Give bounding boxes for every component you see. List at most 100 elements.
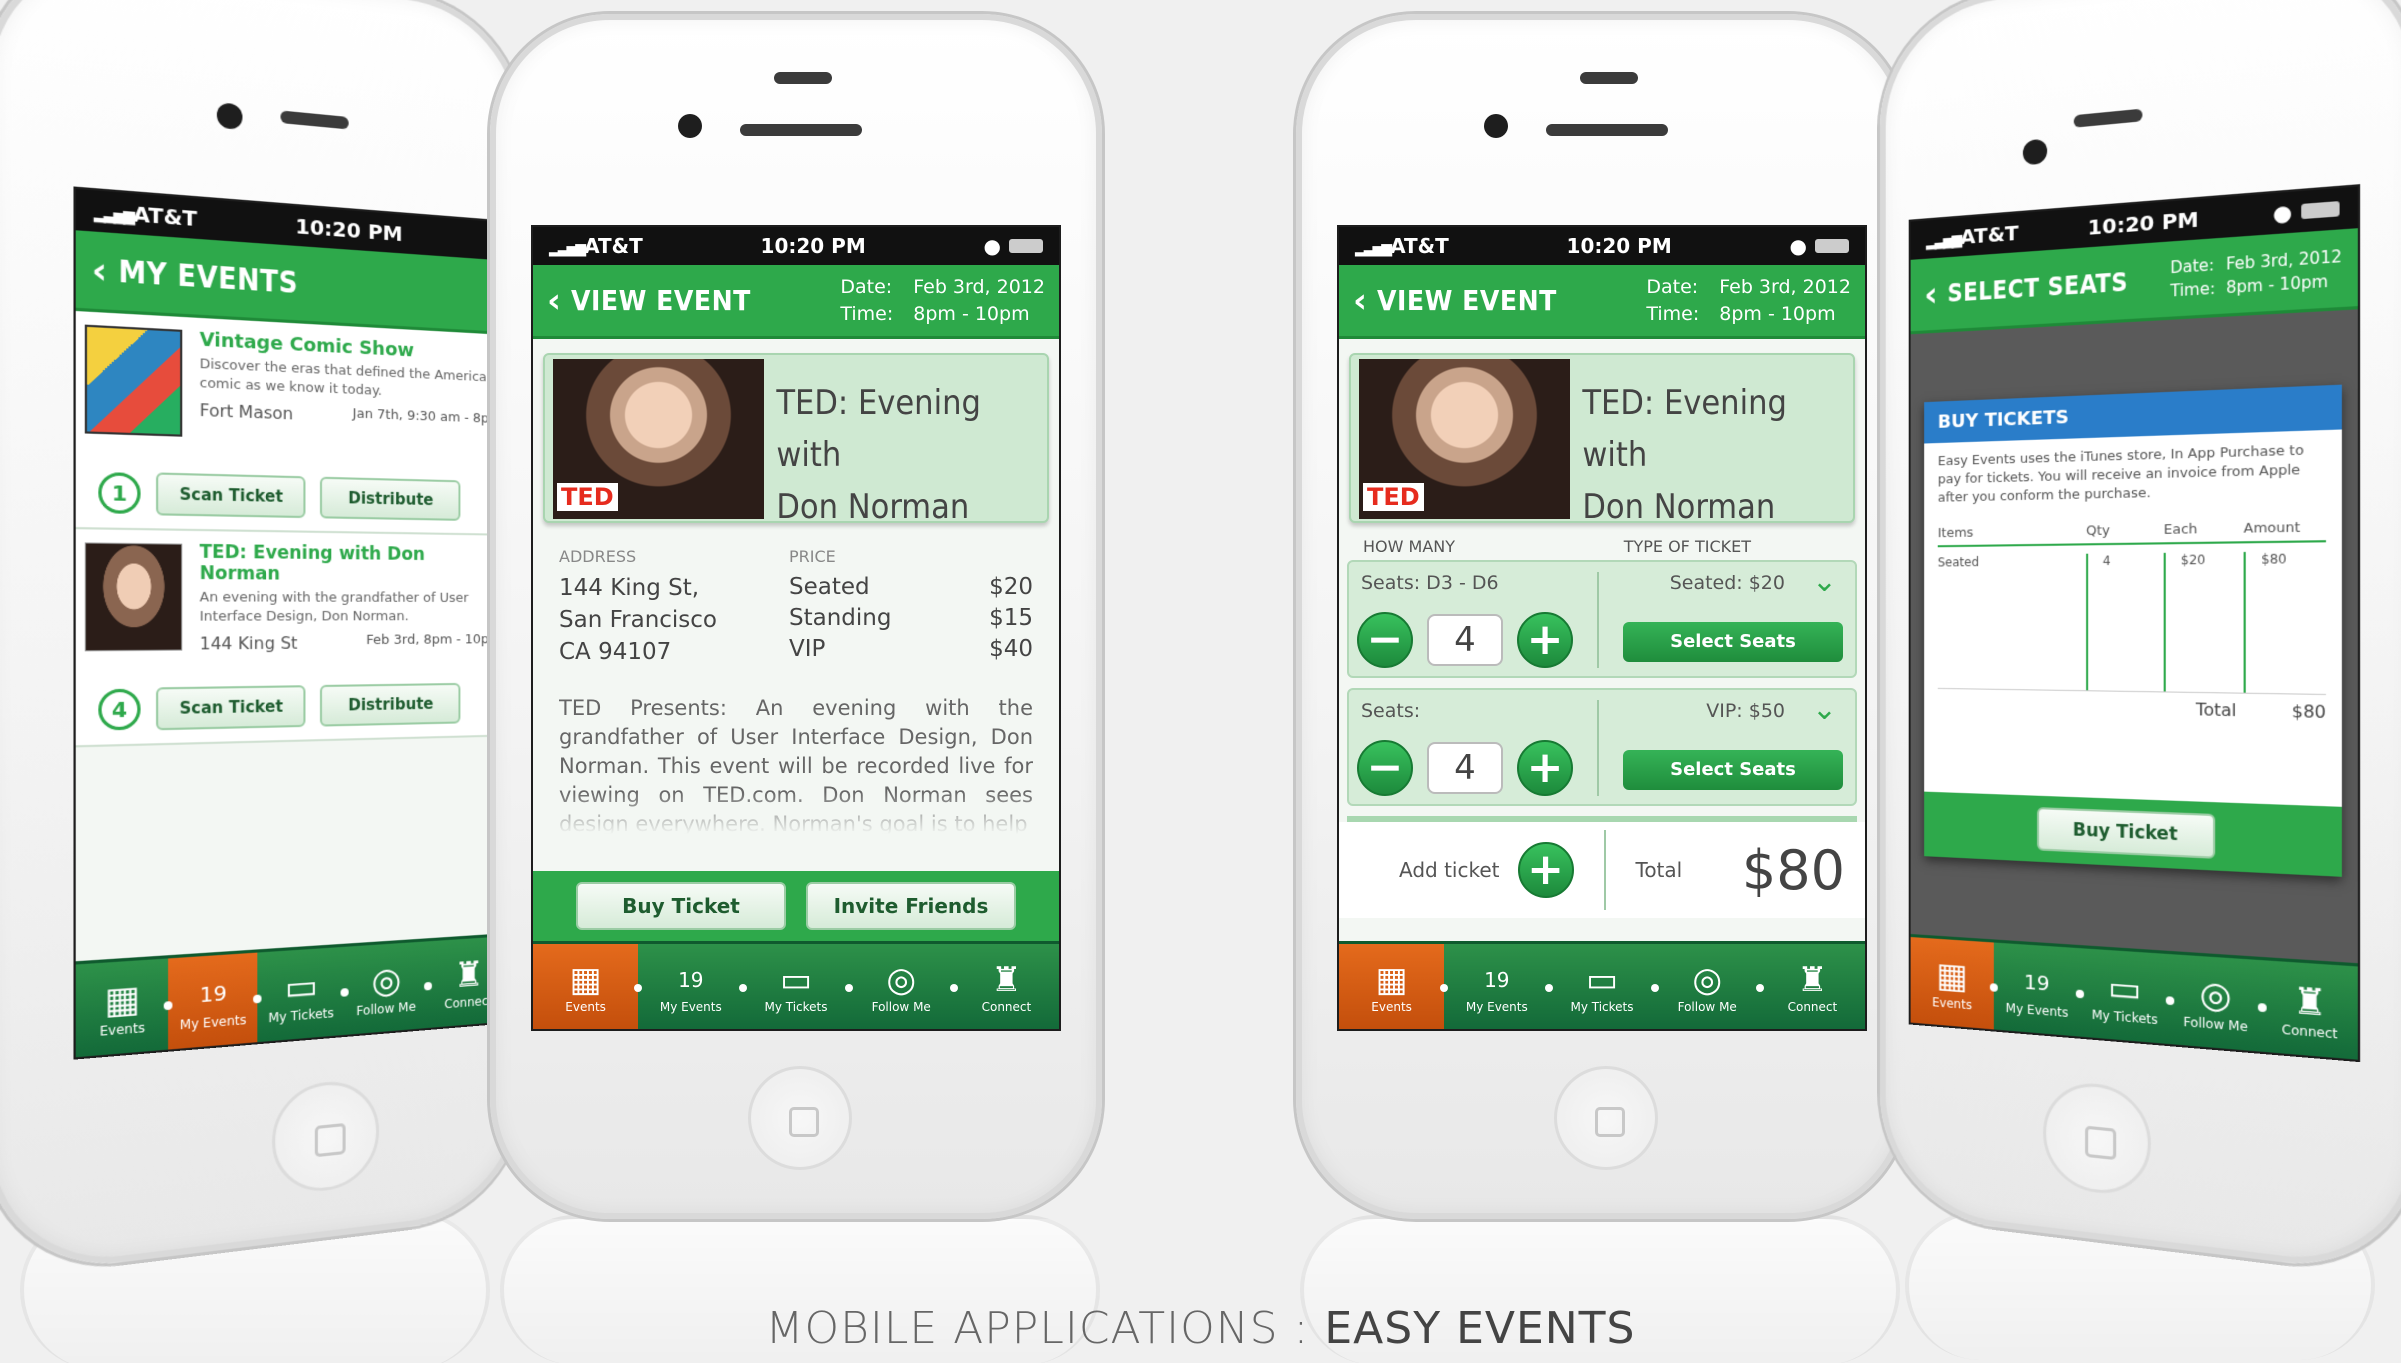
speaker bbox=[774, 72, 832, 84]
quantity-field[interactable]: 4 bbox=[1427, 742, 1503, 794]
price-label: PRICE bbox=[789, 547, 836, 566]
clock: 10:20 PM bbox=[295, 213, 403, 247]
event-list-item[interactable]: TED: Evening with Don Norman An evening … bbox=[75, 529, 509, 748]
target-icon: ◎ bbox=[886, 959, 917, 1000]
distribute-button[interactable]: Distribute bbox=[319, 682, 461, 727]
home-button[interactable] bbox=[748, 1066, 852, 1170]
distribute-button[interactable]: Distribute bbox=[319, 476, 461, 521]
buy-ticket-button[interactable]: Buy Ticket bbox=[2037, 807, 2216, 859]
price-name: VIP bbox=[789, 636, 826, 662]
time-label: Time: bbox=[1646, 302, 1700, 325]
buy-ticket-button[interactable]: Buy Ticket bbox=[576, 882, 786, 930]
carrier-label: AT&T bbox=[1926, 220, 2018, 251]
tab-label: My Tickets bbox=[1570, 999, 1634, 1014]
tab-connect[interactable]: ♜ Connect bbox=[949, 944, 1059, 1029]
back-chevron-icon[interactable]: ‹ bbox=[547, 281, 561, 321]
invite-friends-button[interactable]: Invite Friends bbox=[806, 882, 1016, 930]
tab-label: Events bbox=[1932, 994, 1972, 1012]
home-button[interactable] bbox=[1554, 1066, 1658, 1170]
tower-icon: ♜ bbox=[453, 953, 484, 996]
increase-button[interactable]: + bbox=[1517, 612, 1573, 668]
clock: 10:20 PM bbox=[1566, 234, 1672, 258]
time-label: Time: bbox=[840, 302, 894, 325]
tab-events[interactable]: ▦ Events bbox=[1910, 937, 1995, 1030]
decrease-button[interactable]: − bbox=[1357, 612, 1413, 668]
tab-follow-me[interactable]: ◎ Follow Me bbox=[844, 944, 954, 1029]
tab-label: My Tickets bbox=[268, 1005, 334, 1025]
ticket-icon: ▭ bbox=[779, 959, 813, 1000]
table-header: Each bbox=[2163, 521, 2198, 539]
tab-events[interactable]: ▦ Events bbox=[1339, 944, 1445, 1029]
tab-label: Connect bbox=[444, 992, 493, 1011]
tab-events[interactable]: ▦ Events bbox=[533, 944, 639, 1029]
event-title-line: Don Norman bbox=[776, 487, 970, 527]
speaker bbox=[2073, 108, 2143, 128]
tab-my-events[interactable]: 19 My Events bbox=[168, 952, 258, 1050]
back-chevron-icon[interactable]: ‹ bbox=[1353, 281, 1367, 321]
table-cell: $20 bbox=[2163, 551, 2244, 693]
carrier-label: AT&T bbox=[94, 198, 197, 232]
ticket-count-badge: 1 bbox=[98, 471, 141, 515]
tab-my-tickets[interactable]: ▭ My Tickets bbox=[2080, 948, 2169, 1044]
event-list-item[interactable]: Vintage Comic Show Discover the eras tha… bbox=[75, 311, 509, 536]
page-title: VIEW EVENT bbox=[1377, 284, 1557, 317]
table-row: Seated 4 $20 $80 bbox=[1937, 542, 2326, 696]
home-button[interactable] bbox=[272, 1077, 380, 1197]
select-seats-button[interactable]: Select Seats bbox=[1623, 622, 1843, 662]
date-label: Date: bbox=[1646, 275, 1699, 298]
add-ticket-button[interactable]: + bbox=[1517, 842, 1574, 898]
screen-select-seats: AT&T 10:20 PM ● ‹ SELECT SEATS Date: Feb… bbox=[1908, 184, 2361, 1063]
increase-button[interactable]: + bbox=[1517, 740, 1573, 796]
invoice-table: Items Qty Each Amount Seated 4 $20 $80 T… bbox=[1937, 519, 2326, 722]
seats-label: Seats: bbox=[1361, 700, 1421, 722]
speaker bbox=[1580, 72, 1638, 84]
tab-my-tickets[interactable]: ▭ My Tickets bbox=[258, 947, 344, 1042]
quantity-field[interactable]: 4 bbox=[1427, 614, 1503, 666]
tab-events[interactable]: ▦ Events bbox=[76, 958, 169, 1057]
speaker-portrait: TED bbox=[553, 359, 765, 519]
back-chevron-icon[interactable]: ‹ bbox=[1924, 274, 1938, 315]
event-header-card: TED TED: Evening with Don Norman bbox=[543, 353, 1049, 527]
tab-follow-me[interactable]: ◎ Follow Me bbox=[2170, 954, 2262, 1052]
tab-my-events[interactable]: 19 My Events bbox=[1994, 943, 2080, 1037]
price-name: Standing bbox=[789, 605, 892, 631]
dialog-description: Easy Events uses the iTunes store, In Ap… bbox=[1937, 442, 2304, 506]
caption-prefix: MOBILE APPLICATIONS : bbox=[765, 1303, 1310, 1354]
tab-label: Events bbox=[99, 1019, 145, 1039]
tower-icon: ♜ bbox=[991, 959, 1022, 1000]
ted-logo: TED bbox=[557, 483, 618, 511]
home-button[interactable] bbox=[2043, 1079, 2151, 1199]
event-details: ADDRESS 144 King St, San Francisco CA 94… bbox=[533, 523, 1059, 668]
scan-ticket-button[interactable]: Scan Ticket bbox=[156, 685, 306, 731]
back-chevron-icon[interactable]: ‹ bbox=[92, 248, 108, 292]
tab-connect[interactable]: ♜ Connect bbox=[2262, 960, 2358, 1060]
tab-my-events[interactable]: 19 My Events bbox=[1440, 944, 1549, 1029]
tab-my-tickets[interactable]: ▭ My Tickets bbox=[739, 944, 848, 1029]
tab-follow-me[interactable]: ◎ Follow Me bbox=[344, 941, 428, 1035]
seats-label: Seats: D3 - D6 bbox=[1361, 572, 1499, 594]
front-camera bbox=[2022, 138, 2048, 166]
tab-label: Connect bbox=[981, 999, 1032, 1014]
total-value: $80 bbox=[1741, 838, 1845, 902]
nav-bar: ‹ VIEW EVENT Date: Feb 3rd, 2012 Time: 8… bbox=[1339, 265, 1865, 339]
page-title: SELECT SEATS bbox=[1947, 267, 2129, 308]
screen-purchase: AT&T 10:20 PM ● ‹ VIEW EVENT Date: Feb 3… bbox=[1337, 225, 1867, 1031]
event-venue: Fort Mason bbox=[199, 399, 294, 424]
decrease-button[interactable]: − bbox=[1357, 740, 1413, 796]
lock-icon: ● bbox=[1789, 234, 1807, 258]
table-header: Amount bbox=[2243, 519, 2301, 537]
event-description: TED Presents: An evening with the grandf… bbox=[559, 696, 1033, 834]
tab-connect[interactable]: ♜ Connect bbox=[1755, 944, 1865, 1029]
tab-my-tickets[interactable]: ▭ My Tickets bbox=[1545, 944, 1654, 1029]
scan-ticket-button[interactable]: Scan Ticket bbox=[156, 472, 306, 519]
tab-bar: ▦ Events 19 My Events ▭ My Tickets ◎ Follow … bbox=[1339, 941, 1865, 1029]
select-seats-button[interactable]: Select Seats bbox=[1623, 750, 1843, 790]
tab-my-events[interactable]: 19 My Events bbox=[634, 944, 743, 1029]
battery-icon bbox=[1815, 239, 1849, 253]
front-camera bbox=[216, 102, 243, 131]
event-title: TED: Evening with Don Norman bbox=[1582, 355, 1853, 527]
chevron-down-icon[interactable]: ⌄ bbox=[1812, 564, 1837, 599]
tab-follow-me[interactable]: ◎ Follow Me bbox=[1650, 944, 1760, 1029]
address-line: 144 King St, bbox=[559, 575, 700, 601]
chevron-down-icon[interactable]: ⌄ bbox=[1812, 692, 1837, 727]
